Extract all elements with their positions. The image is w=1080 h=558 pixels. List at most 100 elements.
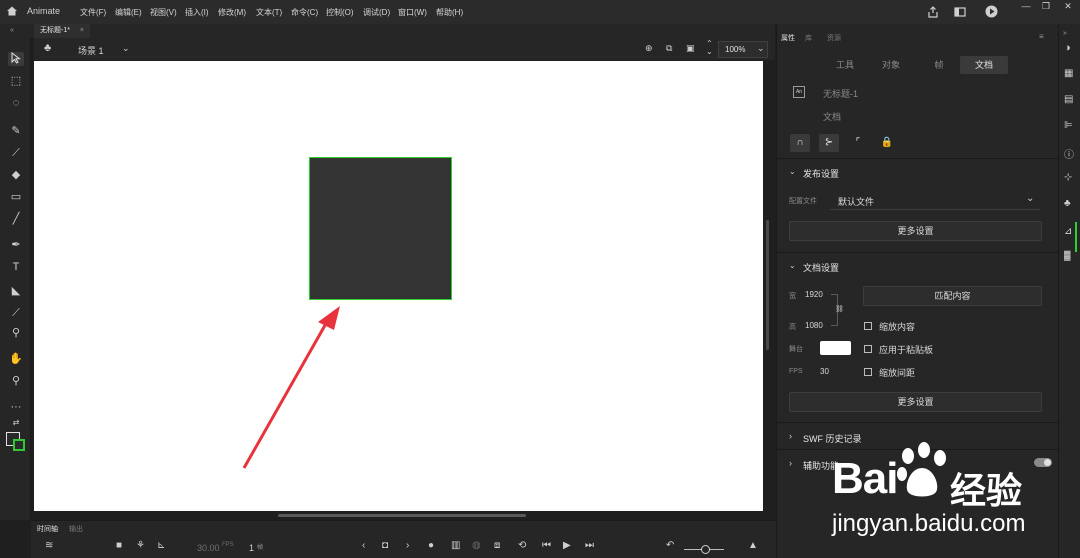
more-tools-icon[interactable]: ··· <box>8 400 24 414</box>
loop-icon[interactable]: ⟲ <box>518 540 526 551</box>
chevron-right-icon[interactable]: › <box>789 431 792 441</box>
components-icon[interactable]: ♣ <box>1064 198 1071 209</box>
chart-panel-icon[interactable]: ⊿ <box>1064 226 1072 237</box>
timeline-zoom-handle[interactable] <box>701 545 710 554</box>
vertical-scrollbar[interactable] <box>766 220 769 350</box>
undo-zoom-icon[interactable]: ↶ <box>666 540 674 551</box>
share-icon[interactable] <box>927 6 939 20</box>
profile-select[interactable]: 默认文件 ⌄ <box>830 192 1040 210</box>
close-icon[interactable]: ✕ <box>1058 0 1078 12</box>
chevron-right-icon[interactable]: › <box>789 458 792 468</box>
match-content-button[interactable]: 匹配内容 <box>863 286 1042 306</box>
eyedropper-icon[interactable]: ⟋ <box>8 306 24 320</box>
panel-menu-icon[interactable]: ≡ <box>1039 32 1044 41</box>
selection-tool-icon[interactable] <box>8 51 24 66</box>
frame-value[interactable]: 1 <box>249 543 254 553</box>
menu-edit[interactable]: 编辑(E) <box>115 7 142 18</box>
chevron-down-icon[interactable]: ⌄ <box>789 261 796 270</box>
menu-insert[interactable]: 插入(I) <box>185 7 209 18</box>
maximize-icon[interactable]: ❐ <box>1036 0 1056 12</box>
magnet-icon[interactable]: ∩ <box>790 134 810 152</box>
tab-output[interactable]: 输出 <box>69 524 83 534</box>
menu-control[interactable]: 控制(O) <box>326 7 354 18</box>
height-value[interactable]: 1080 <box>805 321 823 330</box>
scale-spacing-checkbox[interactable] <box>864 368 872 376</box>
document-settings-title[interactable]: 文档设置 <box>803 261 839 274</box>
text-tool-icon[interactable]: T <box>8 260 24 274</box>
free-transform-icon[interactable]: ⬚ <box>8 74 24 88</box>
library-icon[interactable]: ▦ <box>1064 68 1073 79</box>
horizontal-scrollbar[interactable] <box>278 514 526 517</box>
document-more-settings-button[interactable]: 更多设置 <box>789 392 1042 412</box>
tab-frame[interactable]: 帧 <box>920 56 958 74</box>
mountain-icon[interactable]: ▲ <box>748 540 758 551</box>
step-forward-icon[interactable]: ⏭ <box>585 540 594 551</box>
tab-timeline[interactable]: 时间轴 <box>37 524 58 534</box>
workspace-icon[interactable] <box>954 6 966 20</box>
eraser-icon[interactable]: ◆ <box>8 168 24 182</box>
fill-color-swatch[interactable] <box>13 439 25 451</box>
home-icon[interactable] <box>6 5 18 17</box>
width-value[interactable]: 1920 <box>805 290 823 299</box>
scene-icon[interactable]: ♣ <box>44 42 51 54</box>
menu-window[interactable]: 窗口(W) <box>398 7 427 18</box>
link-icon[interactable]: ⛓ <box>835 305 844 313</box>
tab-close-icon[interactable]: × <box>80 27 84 34</box>
menu-modify[interactable]: 修改(M) <box>218 7 246 18</box>
edit-frames-icon[interactable]: ▥ <box>451 540 460 551</box>
parenting-icon[interactable]: ⚘ <box>136 540 145 551</box>
play-icon[interactable]: ▶ <box>563 540 571 551</box>
expand-icon[interactable]: » <box>1063 30 1067 37</box>
info-icon[interactable]: ⓘ <box>1064 146 1074 161</box>
hand-icon[interactable]: ✋ <box>8 352 24 366</box>
assets-icon[interactable]: ▤ <box>1064 94 1073 105</box>
scale-content-checkbox[interactable] <box>864 322 872 330</box>
zoom-select[interactable]: 100% ⌄ <box>718 41 768 58</box>
transform-icon[interactable]: ⊹ <box>1064 172 1072 183</box>
align-panel-icon[interactable]: ⊫ <box>1064 120 1073 131</box>
minimize-icon[interactable]: — <box>1016 0 1036 12</box>
brush-tool-icon[interactable]: ✎ <box>8 124 24 138</box>
tab-document[interactable]: 文档 <box>960 56 1008 74</box>
clip-icon[interactable]: ⧉ <box>666 43 672 54</box>
paint-brush-icon[interactable]: ⟋ <box>8 146 24 160</box>
menu-help[interactable]: 帮助(H) <box>436 7 463 18</box>
center-stage-icon[interactable]: ⊕ <box>645 43 653 54</box>
next-keyframe-icon[interactable]: › <box>406 540 409 551</box>
tab-tool[interactable]: 工具 <box>826 56 864 74</box>
publish-more-settings-button[interactable]: 更多设置 <box>789 221 1042 241</box>
collapse-icon[interactable]: « <box>10 27 14 34</box>
tab-properties[interactable]: 属性 <box>781 33 795 43</box>
apply-pasteboard-checkbox[interactable] <box>864 345 872 353</box>
lock-icon[interactable]: 🔒 <box>877 134 897 152</box>
fps-field[interactable]: 30 <box>820 367 829 376</box>
graph-icon[interactable]: ⊾ <box>157 540 165 551</box>
scene-name[interactable]: 场景 1 <box>78 44 104 57</box>
rectangle-icon[interactable]: ▭ <box>8 190 24 204</box>
chevron-down-icon[interactable]: ⌄ <box>122 43 130 54</box>
align-icon[interactable]: ⊱ <box>819 134 839 152</box>
fit-icon[interactable]: ▣ <box>686 43 695 54</box>
corner-icon[interactable]: ⌜ <box>848 134 868 152</box>
play-test-icon[interactable] <box>985 5 998 20</box>
motion-presets-icon[interactable]: ◑ <box>1064 42 1071 54</box>
lasso-icon[interactable]: ◌ <box>8 96 24 110</box>
tween-icon[interactable]: ⧈ <box>494 540 500 551</box>
insert-keyframe-icon[interactable]: ◘ <box>382 540 388 551</box>
layers-icon[interactable]: ≋ <box>45 540 53 551</box>
tab-object[interactable]: 对象 <box>872 56 910 74</box>
menu-debug[interactable]: 调试(D) <box>363 7 390 18</box>
swap-colors-icon[interactable]: ⇄ <box>8 416 24 430</box>
document-tab[interactable]: 无标题-1* × <box>34 24 90 38</box>
fps-value[interactable]: 30.00 <box>197 543 220 553</box>
step-back-icon[interactable]: ⏮ <box>542 540 551 551</box>
selected-rectangle-shape[interactable] <box>309 157 452 300</box>
onion-skin-icon[interactable]: ● <box>428 540 434 551</box>
pen-icon[interactable]: ✒ <box>8 238 24 252</box>
stage-color-swatch[interactable] <box>820 341 851 355</box>
paint-bucket-icon[interactable]: ◣ <box>8 284 24 298</box>
pin-icon[interactable]: ⚲ <box>8 326 24 340</box>
menu-commands[interactable]: 命令(C) <box>291 7 318 18</box>
line-icon[interactable]: ╱ <box>8 212 24 226</box>
prev-keyframe-icon[interactable]: ‹ <box>362 540 365 551</box>
